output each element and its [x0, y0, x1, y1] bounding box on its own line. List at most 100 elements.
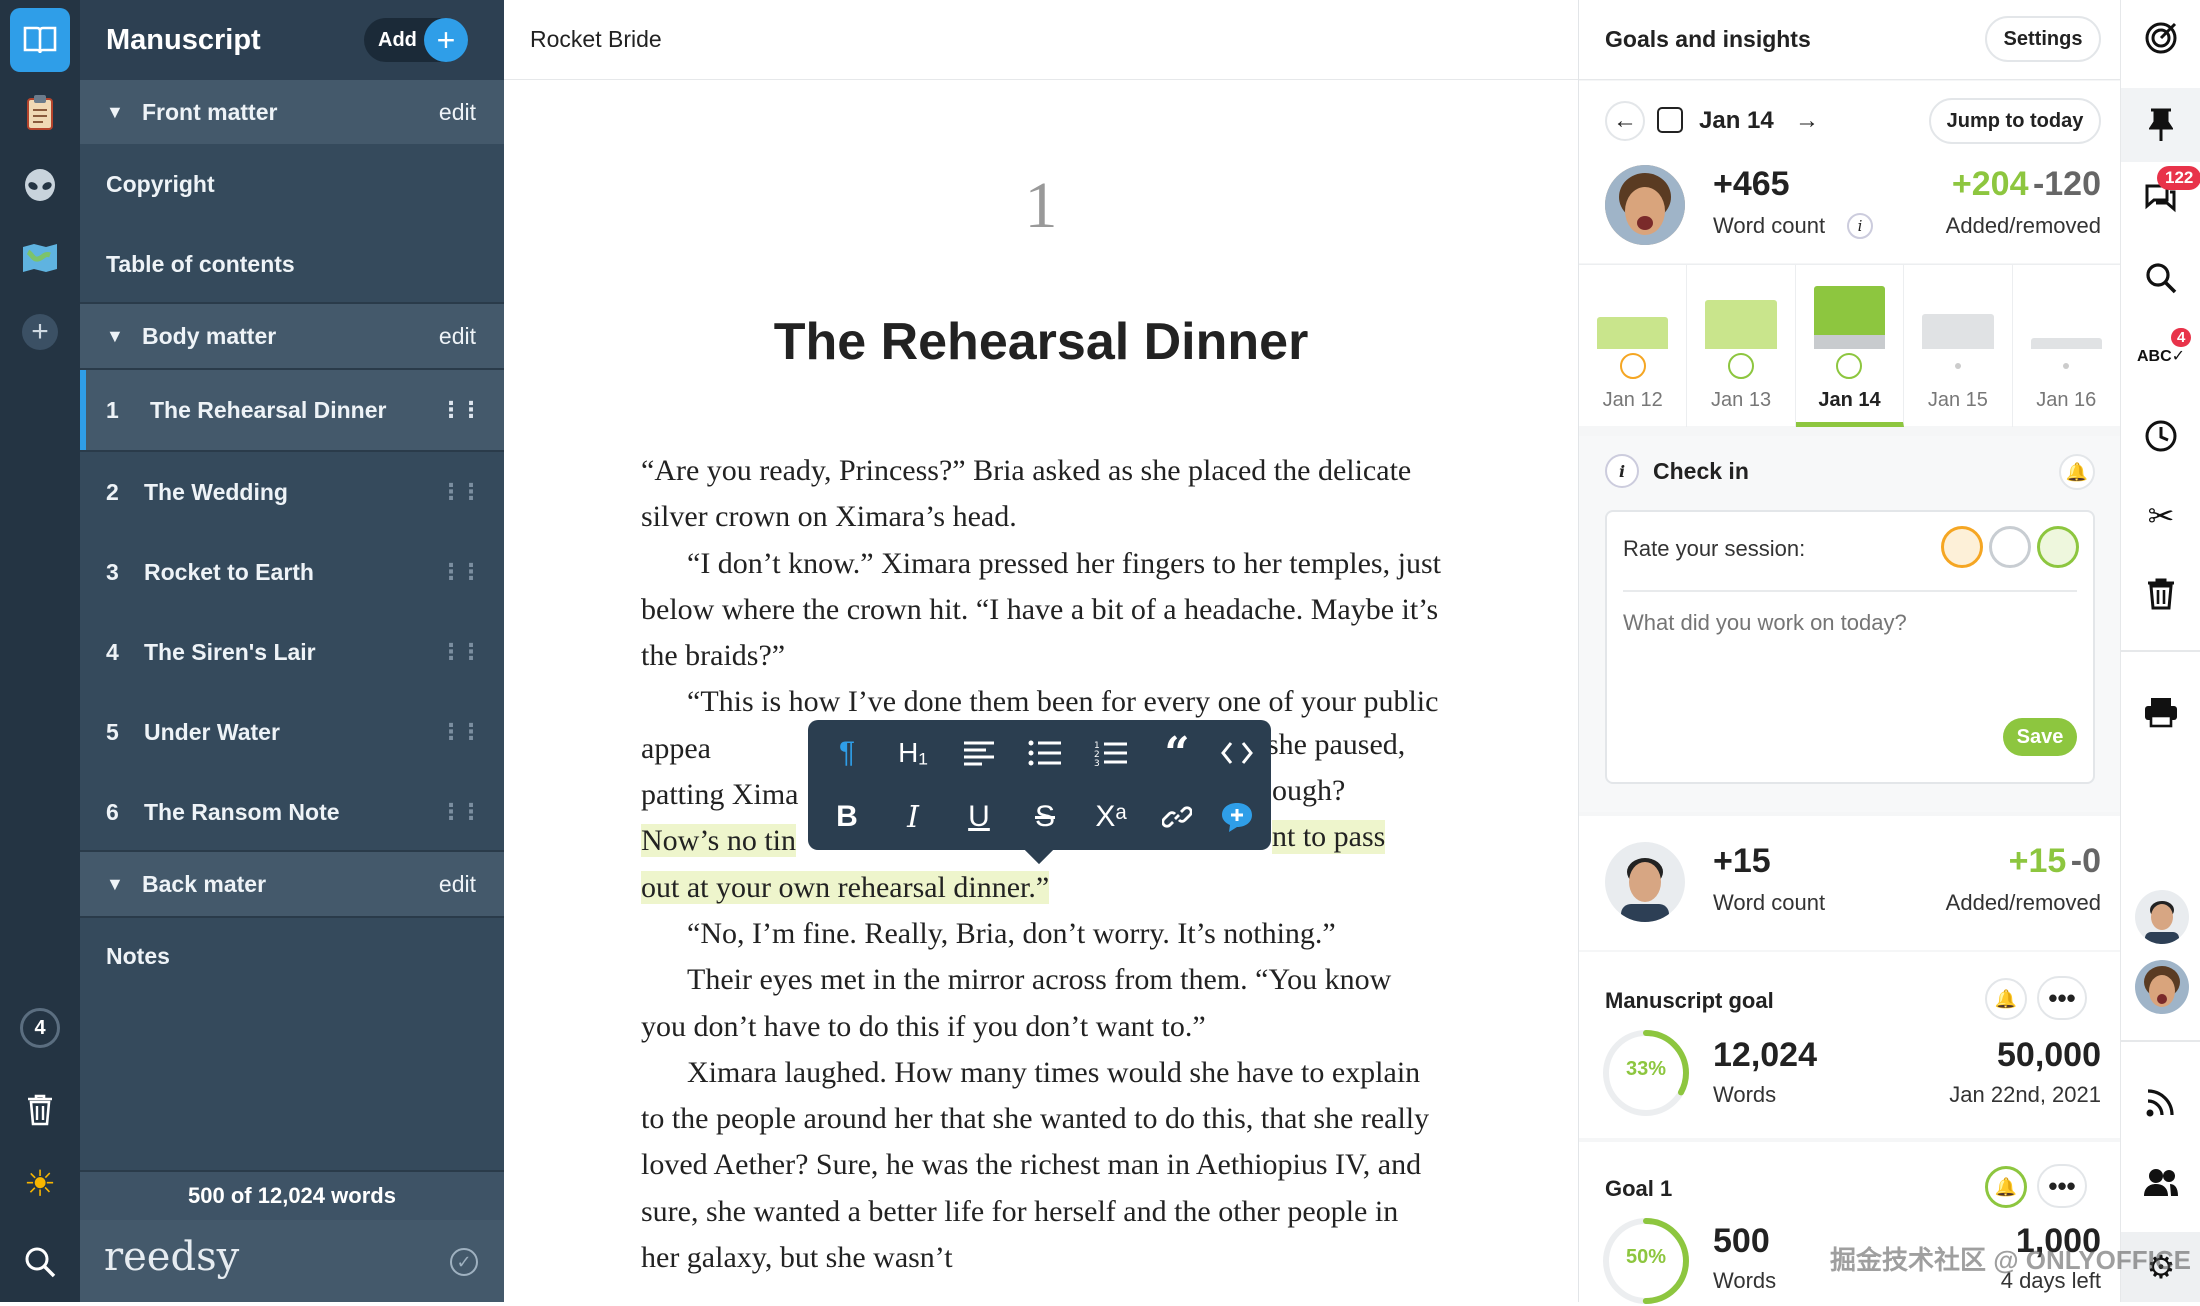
- drag-handle-icon[interactable]: ⋮⋮: [440, 559, 482, 585]
- sidebar-title: Manuscript: [106, 23, 261, 56]
- text-fragment: ough?: [1272, 774, 1346, 808]
- align-icon[interactable]: [954, 728, 1004, 778]
- chapter-body[interactable]: “Are you ready, Princess?” Bria asked as…: [641, 448, 1441, 1281]
- strikethrough-icon[interactable]: S: [1020, 792, 1070, 842]
- highlighted-line[interactable]: out at your own rehearsal dinner.”: [641, 865, 1441, 911]
- prev-day-icon[interactable]: ←: [1605, 101, 1645, 141]
- collaborators-icon[interactable]: [2131, 1152, 2191, 1212]
- search-icon[interactable]: [2131, 248, 2191, 308]
- book-title: Rocket Bride: [530, 26, 662, 52]
- day-label: Jan 16: [2036, 389, 2097, 411]
- chapter-item[interactable]: 5 Under Water ⋮⋮: [80, 692, 504, 772]
- more-options-icon[interactable]: •••: [2037, 976, 2087, 1020]
- next-day-icon[interactable]: →: [1787, 101, 1827, 141]
- bell-icon[interactable]: 🔔: [1985, 978, 2027, 1020]
- comment-icon[interactable]: [1212, 792, 1262, 842]
- session-notes-input[interactable]: [1621, 608, 2081, 708]
- chapter-item[interactable]: 1 The Rehearsal Dinner ⋮⋮: [80, 370, 504, 450]
- sun-icon[interactable]: ☀: [10, 1154, 70, 1214]
- settings-button[interactable]: Settings: [1985, 16, 2101, 62]
- user-avatar: [1605, 165, 1685, 245]
- day-column[interactable]: Jan 14: [1795, 265, 1905, 427]
- target-icon[interactable]: [2131, 8, 2191, 68]
- pin-icon[interactable]: [2121, 88, 2200, 162]
- smiley-icon: [1728, 353, 1755, 379]
- alien-icon[interactable]: [10, 156, 70, 216]
- superscript-icon[interactable]: Xᵃ: [1086, 792, 1136, 842]
- chapter-item[interactable]: 6 The Ransom Note ⋮⋮: [80, 772, 504, 852]
- paragraph[interactable]: “I don’t know.” Ximara pressed her finge…: [641, 541, 1441, 680]
- bold-icon[interactable]: B: [822, 792, 872, 842]
- day-column[interactable]: Jan 16: [2013, 265, 2121, 427]
- paragraph[interactable]: “No, I’m fine. Really, Bria, don’t worry…: [641, 911, 1441, 957]
- caret-down-icon: ▼: [106, 101, 124, 122]
- history-icon[interactable]: [2131, 406, 2191, 466]
- day-label: Jan 12: [1602, 389, 1663, 411]
- section-back-matter[interactable]: ▼ Back mater edit: [80, 852, 504, 916]
- drag-handle-icon[interactable]: ⋮⋮: [440, 719, 482, 745]
- code-icon[interactable]: [1212, 728, 1262, 778]
- scissors-icon[interactable]: ✂: [2131, 486, 2191, 546]
- sad-face-icon[interactable]: [1941, 526, 1983, 568]
- info-icon[interactable]: i: [1847, 213, 1873, 239]
- print-icon[interactable]: [2131, 682, 2191, 742]
- numbered-list-icon[interactable]: 123: [1086, 728, 1136, 778]
- day-columns: Jan 12 Jan 13 Jan 14 Jan 15 Jan 16: [1579, 265, 2121, 427]
- bullet-list-icon[interactable]: [1020, 728, 1070, 778]
- sidebar-item-toc[interactable]: Table of contents: [80, 224, 504, 304]
- book-icon[interactable]: [10, 8, 70, 72]
- info-icon: i: [1605, 454, 1639, 488]
- brand-footer: reedsy ✓: [80, 1220, 504, 1302]
- check-circle-icon[interactable]: ✓: [450, 1248, 478, 1276]
- day-column[interactable]: Jan 12: [1579, 265, 1688, 427]
- checkin-card: i Check in 🔔 Rate your session: Save: [1579, 436, 2121, 812]
- trash-icon[interactable]: [10, 1080, 70, 1140]
- sidebar-item-copyright[interactable]: Copyright: [80, 144, 504, 224]
- paragraph[interactable]: “Are you ready, Princess?” Bria asked as…: [641, 448, 1441, 541]
- underline-icon[interactable]: U: [954, 792, 1004, 842]
- chapter-item[interactable]: 2 The Wedding ⋮⋮: [80, 452, 504, 532]
- section-body-matter[interactable]: ▼ Body matter edit: [80, 304, 504, 368]
- body-matter-edit[interactable]: edit: [439, 323, 476, 350]
- italic-icon[interactable]: I: [888, 792, 938, 842]
- paragraph[interactable]: Ximara laughed. How many times would she…: [641, 1050, 1441, 1281]
- count-badge[interactable]: 4: [10, 998, 70, 1058]
- bell-icon[interactable]: 🔔: [1985, 1166, 2027, 1208]
- search-icon[interactable]: [10, 1232, 70, 1292]
- add-button[interactable]: Add +: [364, 18, 468, 62]
- happy-face-icon[interactable]: [2037, 526, 2079, 568]
- more-options-icon[interactable]: •••: [2037, 1164, 2087, 1208]
- paragraph[interactable]: Their eyes met in the mirror across from…: [641, 957, 1441, 1050]
- text-fragment: nt to pass: [1272, 820, 1386, 854]
- drag-handle-icon[interactable]: ⋮⋮: [440, 799, 482, 825]
- jump-to-today-button[interactable]: Jump to today: [1929, 98, 2101, 144]
- manuscript-sidebar: Manuscript Add + ▼ Front matter edit Cop…: [80, 0, 504, 1302]
- heading-icon[interactable]: H₁: [888, 728, 938, 778]
- chapter-item[interactable]: 4 The Siren's Lair ⋮⋮: [80, 612, 504, 692]
- day-column[interactable]: Jan 15: [1904, 265, 2013, 427]
- drag-handle-icon[interactable]: ⋮⋮: [440, 397, 482, 423]
- feed-icon[interactable]: [2131, 1072, 2191, 1132]
- section-front-matter[interactable]: ▼ Front matter edit: [80, 80, 504, 144]
- front-matter-edit[interactable]: edit: [439, 99, 476, 126]
- paragraph-icon[interactable]: ¶: [822, 728, 872, 778]
- clipboard-icon[interactable]: [10, 82, 70, 142]
- drag-handle-icon[interactable]: ⋮⋮: [440, 639, 482, 665]
- save-button[interactable]: Save: [2003, 718, 2077, 756]
- map-icon[interactable]: [10, 228, 70, 288]
- quote-icon[interactable]: “: [1152, 728, 1202, 779]
- user-avatar[interactable]: [2135, 960, 2189, 1014]
- drag-handle-icon[interactable]: ⋮⋮: [440, 479, 482, 505]
- trash-icon[interactable]: [2131, 564, 2191, 624]
- day-column[interactable]: Jan 13: [1687, 265, 1796, 427]
- day-bar: [2030, 338, 2102, 349]
- neutral-face-icon[interactable]: [1989, 526, 2031, 568]
- chapter-item[interactable]: 3 Rocket to Earth ⋮⋮: [80, 532, 504, 612]
- add-icon[interactable]: +: [10, 302, 70, 362]
- caret-down-icon: ▼: [106, 325, 124, 346]
- collaborator-avatar[interactable]: [2135, 890, 2189, 944]
- back-matter-edit[interactable]: edit: [439, 871, 476, 898]
- link-icon[interactable]: [1152, 792, 1202, 842]
- bell-icon[interactable]: 🔔: [2059, 454, 2095, 490]
- sidebar-item-notes[interactable]: Notes: [80, 916, 504, 996]
